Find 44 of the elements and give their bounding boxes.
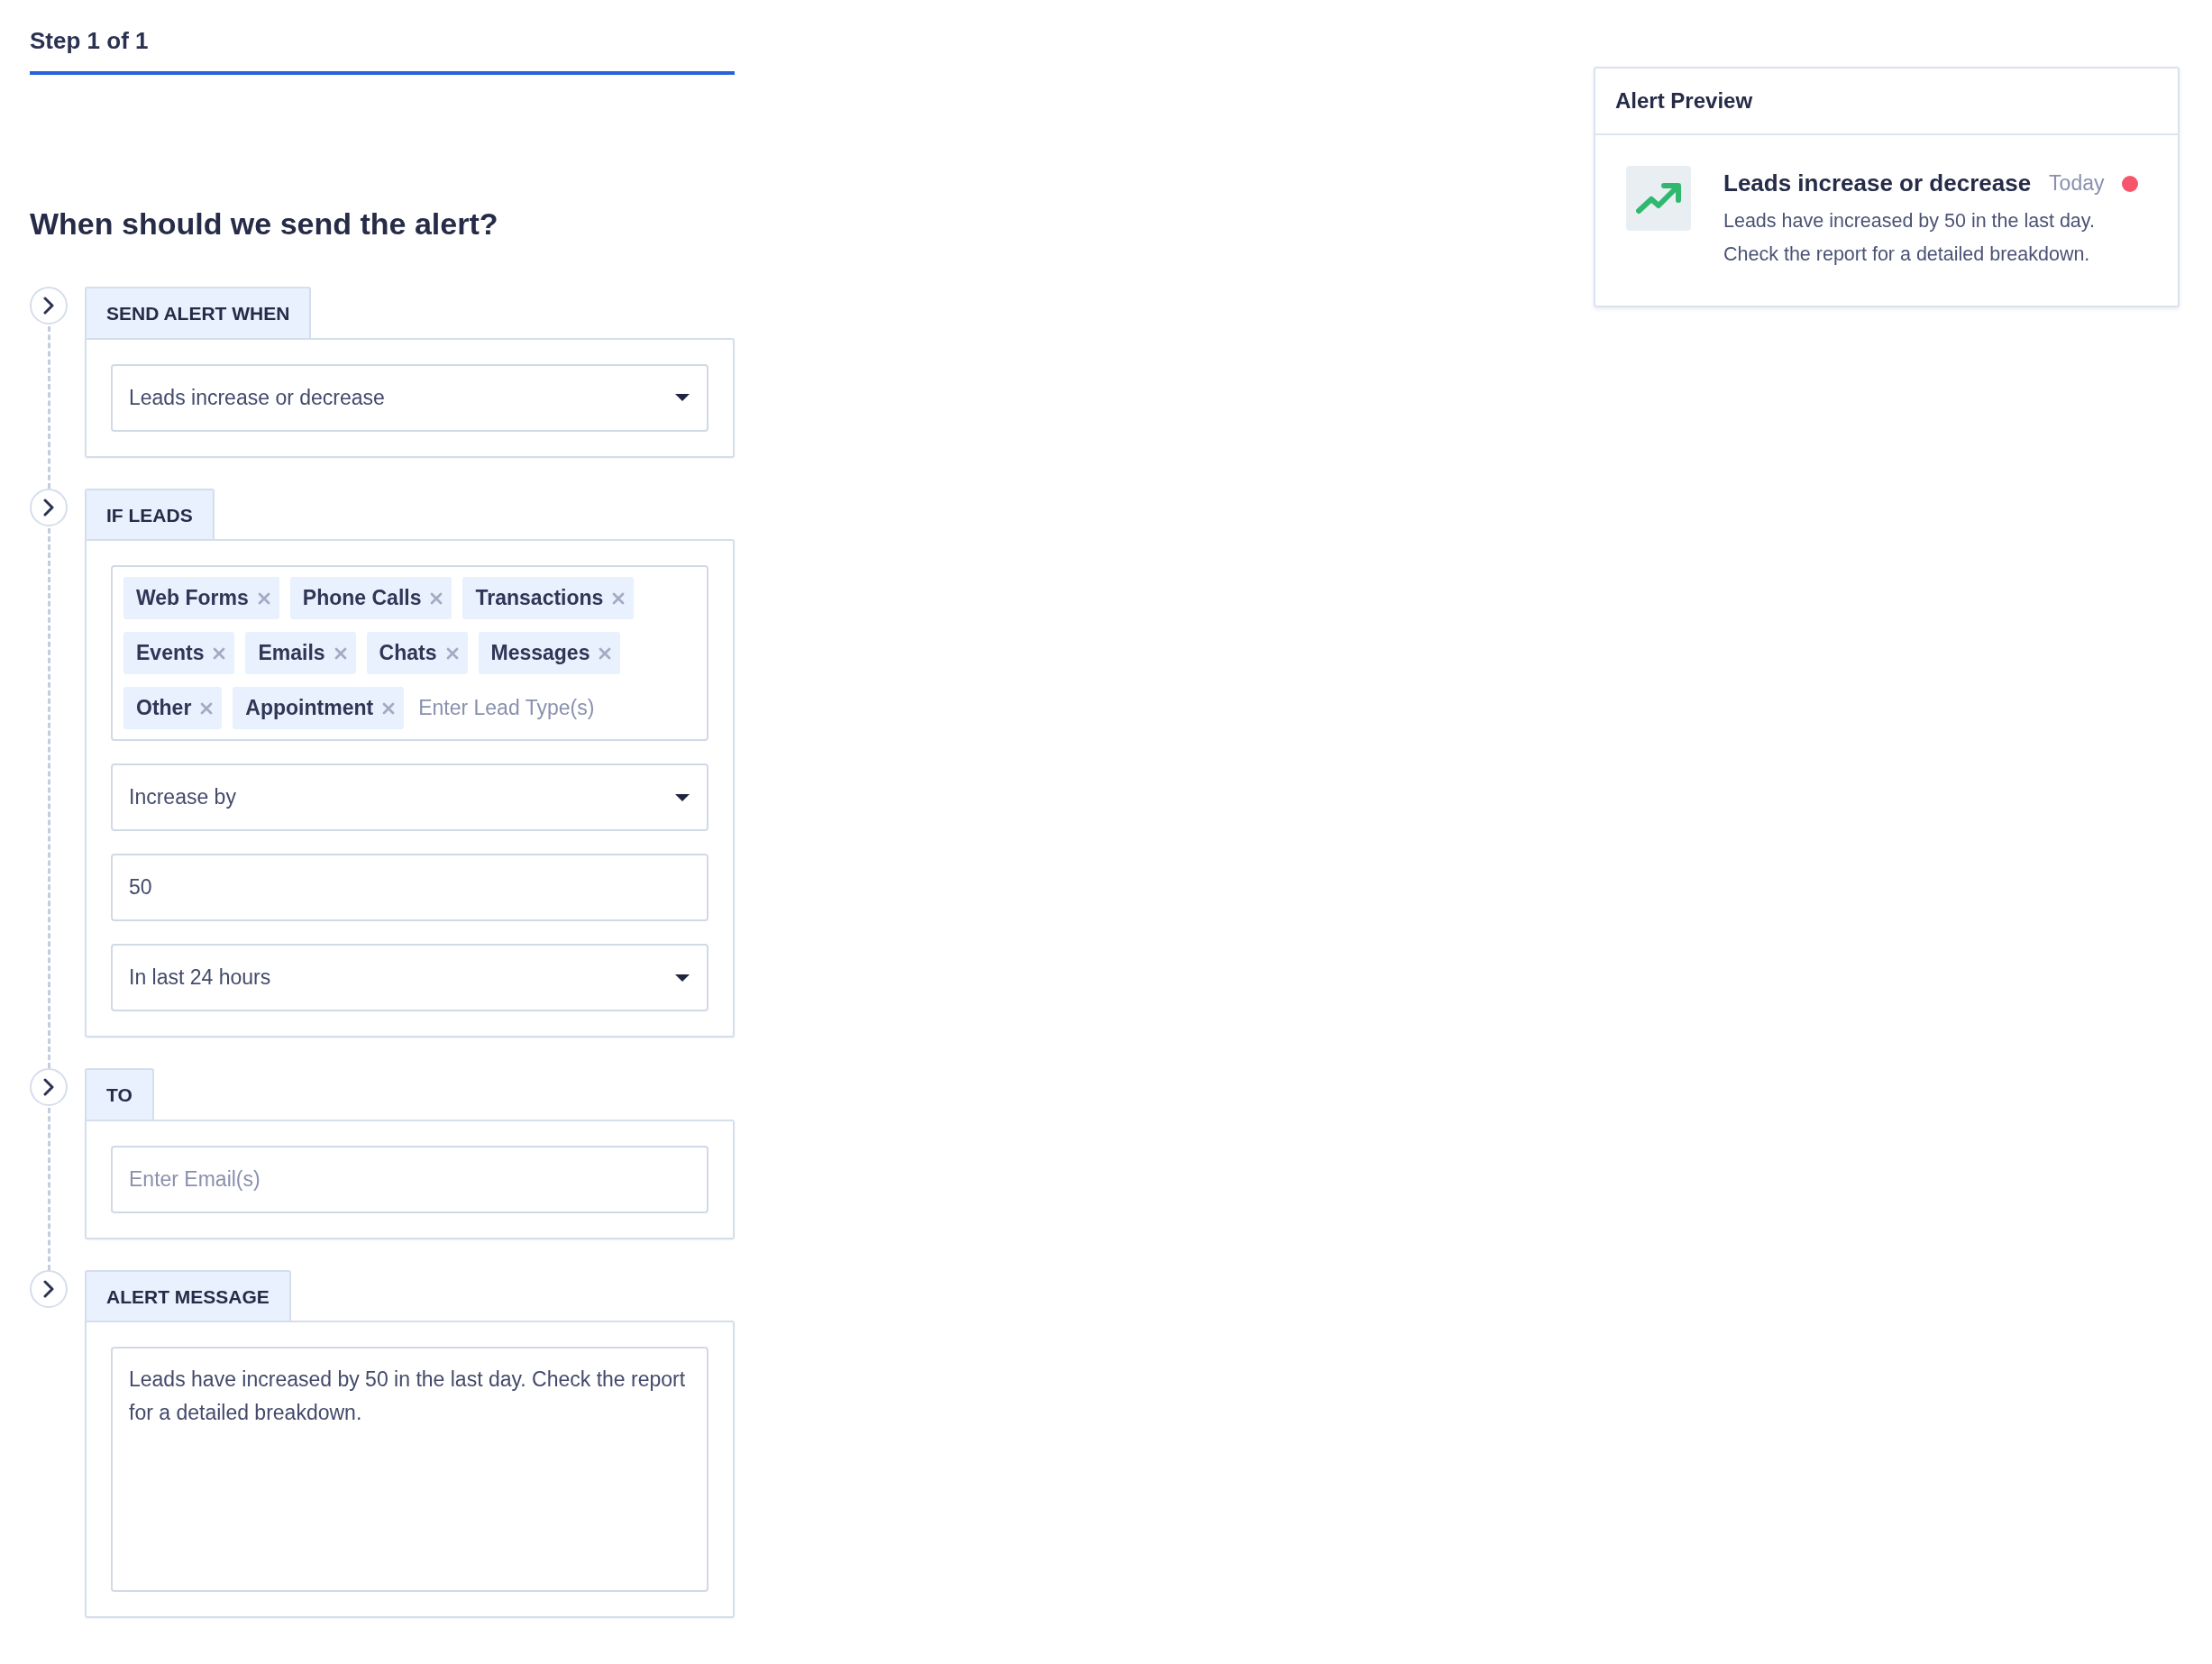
dropdown[interactable]: Leads increase or decrease: [111, 363, 708, 432]
tag-chip[interactable]: Other: [123, 687, 223, 730]
tag-chip[interactable]: Messages: [478, 632, 621, 675]
remove-icon[interactable]: [612, 591, 626, 605]
tag-chip[interactable]: Emails: [245, 632, 356, 675]
tag-chip[interactable]: Events: [123, 632, 235, 675]
chevron-icon: [42, 1279, 55, 1298]
caret-icon: [674, 393, 690, 403]
section-heading: When should we send the alert?: [30, 206, 499, 243]
tag-field[interactable]: Web Forms Phone Calls Transactions Events Emails Chats Messages Other Appointment Enter Lead Type(s): [111, 565, 708, 742]
remove-icon[interactable]: [200, 701, 214, 715]
tag-chip[interactable]: Phone Calls: [289, 577, 452, 620]
expand-button[interactable]: [30, 287, 68, 325]
alert-title: Leads increase or decrease: [1723, 169, 2032, 198]
remove-icon[interactable]: [213, 646, 226, 660]
remove-icon[interactable]: [334, 646, 347, 660]
tag-chip[interactable]: Appointment: [233, 687, 405, 730]
input-field[interactable]: Enter Email(s): [111, 1145, 708, 1213]
remove-icon[interactable]: [445, 646, 459, 660]
expand-button[interactable]: [30, 488, 68, 526]
message-textarea[interactable]: Leads have increased by 50 in the last day. Check the report for a detailed breakdown.: [111, 1347, 708, 1593]
alert-time: Today: [2049, 170, 2105, 197]
dropdown[interactable]: In last 24 hours: [111, 944, 708, 1012]
input-field[interactable]: 50: [111, 854, 708, 922]
chevron-icon: [42, 297, 55, 315]
preview-title: Alert Preview: [1595, 69, 2178, 135]
tag-chip[interactable]: Transactions: [462, 577, 635, 620]
caret-icon: [674, 973, 690, 983]
dropdown[interactable]: Increase by: [111, 763, 708, 832]
chevron-icon: [42, 498, 55, 517]
alert-message: Check the report for a detailed breakdown.: [1723, 242, 2091, 267]
alert-message: Leads have increased by 50 in the last day.: [1723, 209, 2096, 233]
trend-arrow-icon: [1636, 182, 1681, 215]
step-label: Step 1 of 1: [30, 27, 150, 56]
remove-icon[interactable]: [430, 591, 443, 605]
chevron-icon: [42, 1078, 55, 1097]
expand-button[interactable]: [30, 1068, 68, 1107]
caret-icon: [674, 792, 690, 802]
tag-chip[interactable]: Web Forms: [123, 577, 279, 620]
expand-button[interactable]: [30, 1269, 68, 1308]
tag-chip[interactable]: Chats: [366, 632, 468, 675]
remove-icon[interactable]: [382, 701, 396, 715]
remove-icon[interactable]: [599, 646, 612, 660]
remove-icon[interactable]: [257, 591, 270, 605]
